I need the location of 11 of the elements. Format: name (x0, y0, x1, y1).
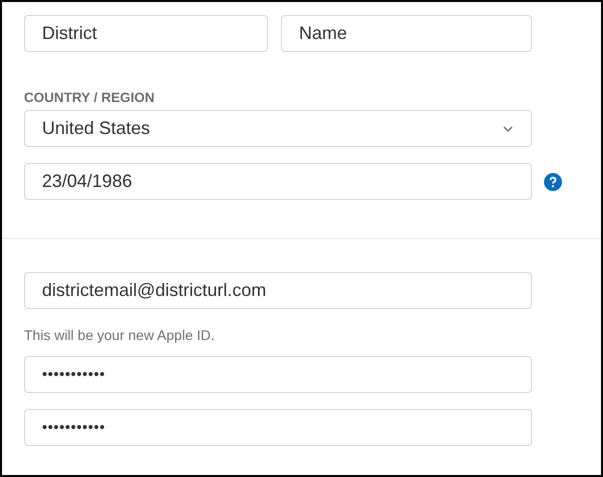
chevron-down-icon (502, 124, 514, 132)
name-field[interactable]: District (24, 15, 268, 52)
email-field[interactable]: districtemail@districturl.com (24, 272, 532, 309)
help-icon[interactable] (544, 172, 562, 190)
country-select[interactable]: United States (24, 110, 532, 147)
country-label: COUNTRY / REGION (24, 90, 156, 105)
name-field[interactable]: Name (281, 15, 532, 52)
apple-id-hint: This will be your new Apple ID. (24, 327, 216, 343)
birthday-field[interactable]: 23/04/1986 (24, 163, 532, 200)
password-field[interactable]: ••••••••••• (24, 409, 532, 446)
password-field[interactable]: ••••••••••• (24, 356, 532, 393)
